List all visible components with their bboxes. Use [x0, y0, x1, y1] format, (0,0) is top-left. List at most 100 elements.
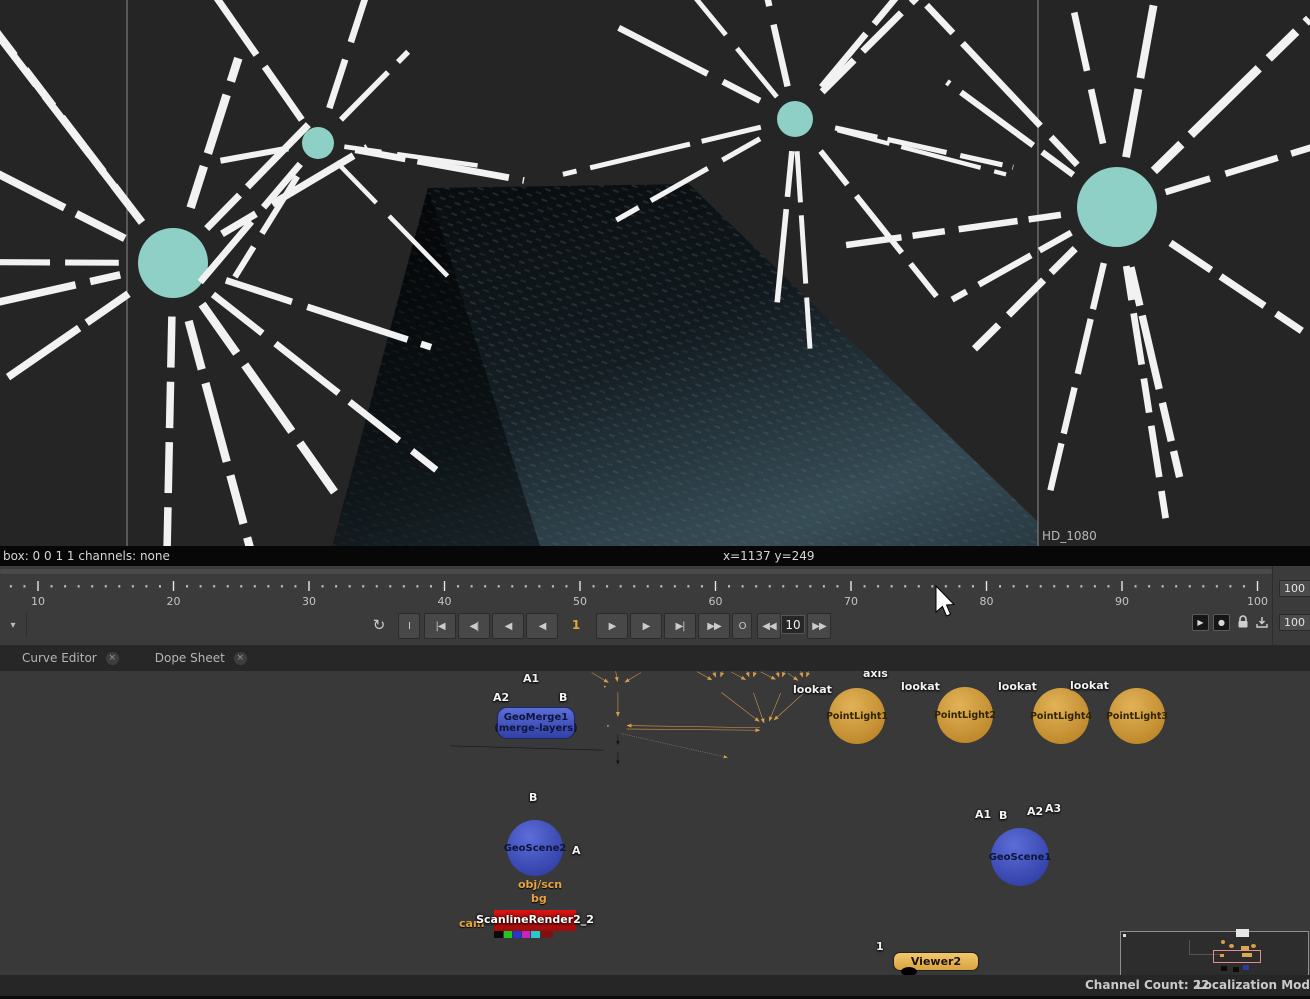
- light-ray: [0, 156, 125, 239]
- point-light-sphere-1[interactable]: [138, 228, 208, 298]
- skip-back-button[interactable]: ◀◀: [757, 613, 781, 639]
- lock-range-icon[interactable]: [1235, 614, 1250, 629]
- next-keyframe-button[interactable]: ▶|: [664, 613, 696, 639]
- floor-plane: [332, 184, 1038, 546]
- ruler-minor-tick: [1243, 585, 1245, 588]
- light-ray: [1126, 266, 1165, 518]
- minimap-node-dark: [1233, 967, 1239, 972]
- timeline-scrollbar[interactable]: [0, 569, 1272, 574]
- node-sublabel: (merge-layers): [494, 723, 577, 734]
- node-pointlight2[interactable]: PointLight2: [937, 687, 993, 743]
- node-label: Viewer2: [911, 955, 961, 968]
- step-back-button[interactable]: ◀: [492, 613, 524, 639]
- node-pointlight1[interactable]: PointLight1: [829, 688, 885, 744]
- prev-keyframe-button[interactable]: ◀|: [458, 613, 490, 639]
- ruler-minor-tick: [674, 585, 676, 588]
- connection-label: lookat: [901, 680, 940, 693]
- node-geomerge1[interactable]: GeoMerge1(merge-layers): [497, 707, 575, 739]
- ruler-minor-tick: [105, 585, 107, 588]
- connection-label: B: [559, 691, 567, 704]
- light-ray: [191, 58, 239, 208]
- input-name-label: obj/scn: [518, 878, 562, 891]
- ruler-minor-tick: [877, 585, 879, 588]
- loop-mode-button[interactable]: ↻: [366, 613, 392, 637]
- node-label: GeoScene1: [989, 852, 1052, 863]
- ruler-frame-label: 30: [302, 595, 316, 608]
- play-forward-button[interactable]: ▶: [596, 613, 628, 639]
- light-ray: [0, 262, 119, 263]
- node-label: GeoMerge1: [504, 712, 568, 723]
- node-geoscene1[interactable]: GeoScene1: [991, 828, 1049, 886]
- ruler-minor-tick: [23, 585, 25, 588]
- node-graph-panel[interactable]: GeoMerge1(merge-layers) PointLight1 PointL…: [0, 671, 1310, 975]
- mouse-coordinates: x=1137 y=249: [723, 549, 815, 563]
- connection-label: A3: [1045, 802, 1061, 815]
- record-flag-icon[interactable]: ●: [1213, 614, 1230, 631]
- skip-forward-button[interactable]: ▶▶: [807, 613, 831, 639]
- connection-label: axis: [863, 671, 888, 680]
- minimap-view-rect[interactable]: [1213, 950, 1261, 963]
- chevron-down-icon: ▾: [10, 620, 15, 631]
- range-end-field-top[interactable]: 100: [1279, 580, 1310, 597]
- node-pointlight3[interactable]: PointLight3: [1109, 688, 1165, 744]
- ruler-minor-tick: [1202, 585, 1204, 588]
- timeline-view-dropdown[interactable]: ▾: [0, 613, 27, 637]
- minimap-node-gold: [1242, 953, 1252, 957]
- ruler-minor-tick: [945, 585, 947, 588]
- ruler-minor-tick: [471, 585, 473, 588]
- frame-range-button[interactable]: I: [398, 613, 420, 639]
- ruler-minor-tick: [647, 585, 649, 588]
- ruler-minor-tick: [403, 585, 405, 588]
- ruler-minor-tick: [240, 585, 242, 588]
- tab-curve-editor[interactable]: Curve Editor ×: [0, 645, 133, 671]
- current-frame-field[interactable]: 1: [560, 613, 592, 637]
- connection-label: B: [529, 791, 537, 804]
- connection-label: A1: [975, 808, 991, 821]
- tab-dope-sheet[interactable]: Dope Sheet ×: [133, 645, 261, 671]
- light-ray: [974, 249, 1075, 350]
- point-light-sphere-4[interactable]: [1077, 167, 1157, 247]
- fast-forward-button[interactable]: ▶: [630, 613, 662, 639]
- bbox-channels-status: box: 0 0 1 1 channels: none: [3, 549, 170, 563]
- node-geoscene2[interactable]: GeoScene2: [507, 820, 563, 876]
- stop-button[interactable]: O: [732, 613, 752, 639]
- minimap-node-blue: [1243, 965, 1249, 970]
- ruler-minor-tick: [498, 585, 500, 588]
- transport-controls: ▾ ▶ ● ↻I|◀◀|◀◀1▶▶▶|▶▶O◀◀10▶▶: [0, 612, 1310, 640]
- light-ray: [563, 127, 761, 174]
- ruler-minor-tick: [1229, 585, 1231, 588]
- light-ray: [1154, 19, 1309, 171]
- node-graph-minimap[interactable]: [1120, 931, 1309, 977]
- goto-start-button[interactable]: |◀: [424, 613, 456, 639]
- ruler-minor-tick: [1189, 585, 1191, 588]
- ruler-minor-tick: [633, 585, 635, 588]
- minimap-node-orange: [1220, 954, 1224, 957]
- play-backward-button[interactable]: ◀: [526, 613, 558, 639]
- node-pointlight4[interactable]: PointLight4: [1033, 688, 1089, 744]
- connection-label: 1: [876, 940, 884, 953]
- ruler-minor-tick: [254, 585, 256, 588]
- point-light-sphere-2[interactable]: [302, 127, 334, 159]
- light-ray: [821, 151, 937, 296]
- ruler-minor-tick: [267, 585, 269, 588]
- ruler-minor-tick: [1148, 585, 1150, 588]
- viewer-3d-canvas[interactable]: HD_1080: [0, 0, 1310, 546]
- point-light-sphere-3[interactable]: [777, 101, 813, 137]
- render-flag-icon[interactable]: ▶: [1192, 614, 1209, 631]
- ruler-minor-tick: [1080, 585, 1082, 588]
- ruler-minor-tick: [728, 585, 730, 588]
- ruler-minor-tick: [904, 585, 906, 588]
- frame-step-field[interactable]: 10: [781, 615, 805, 634]
- goto-end-button[interactable]: ▶▶: [698, 613, 730, 639]
- export-tray-icon[interactable]: [1254, 614, 1269, 629]
- frame-ruler[interactable]: 102030405060708090100: [0, 578, 1272, 612]
- node-scanlinerender-label: ScanlineRender2_2: [470, 913, 600, 926]
- close-icon[interactable]: ×: [106, 652, 119, 665]
- close-icon[interactable]: ×: [234, 652, 247, 665]
- ruler-frame-label: 40: [438, 595, 452, 608]
- light-ray: [202, 304, 339, 498]
- light-ray: [189, 321, 263, 546]
- ruler-minor-tick: [322, 585, 324, 588]
- light-ray: [341, 52, 408, 120]
- ruler-minor-tick: [362, 585, 364, 588]
